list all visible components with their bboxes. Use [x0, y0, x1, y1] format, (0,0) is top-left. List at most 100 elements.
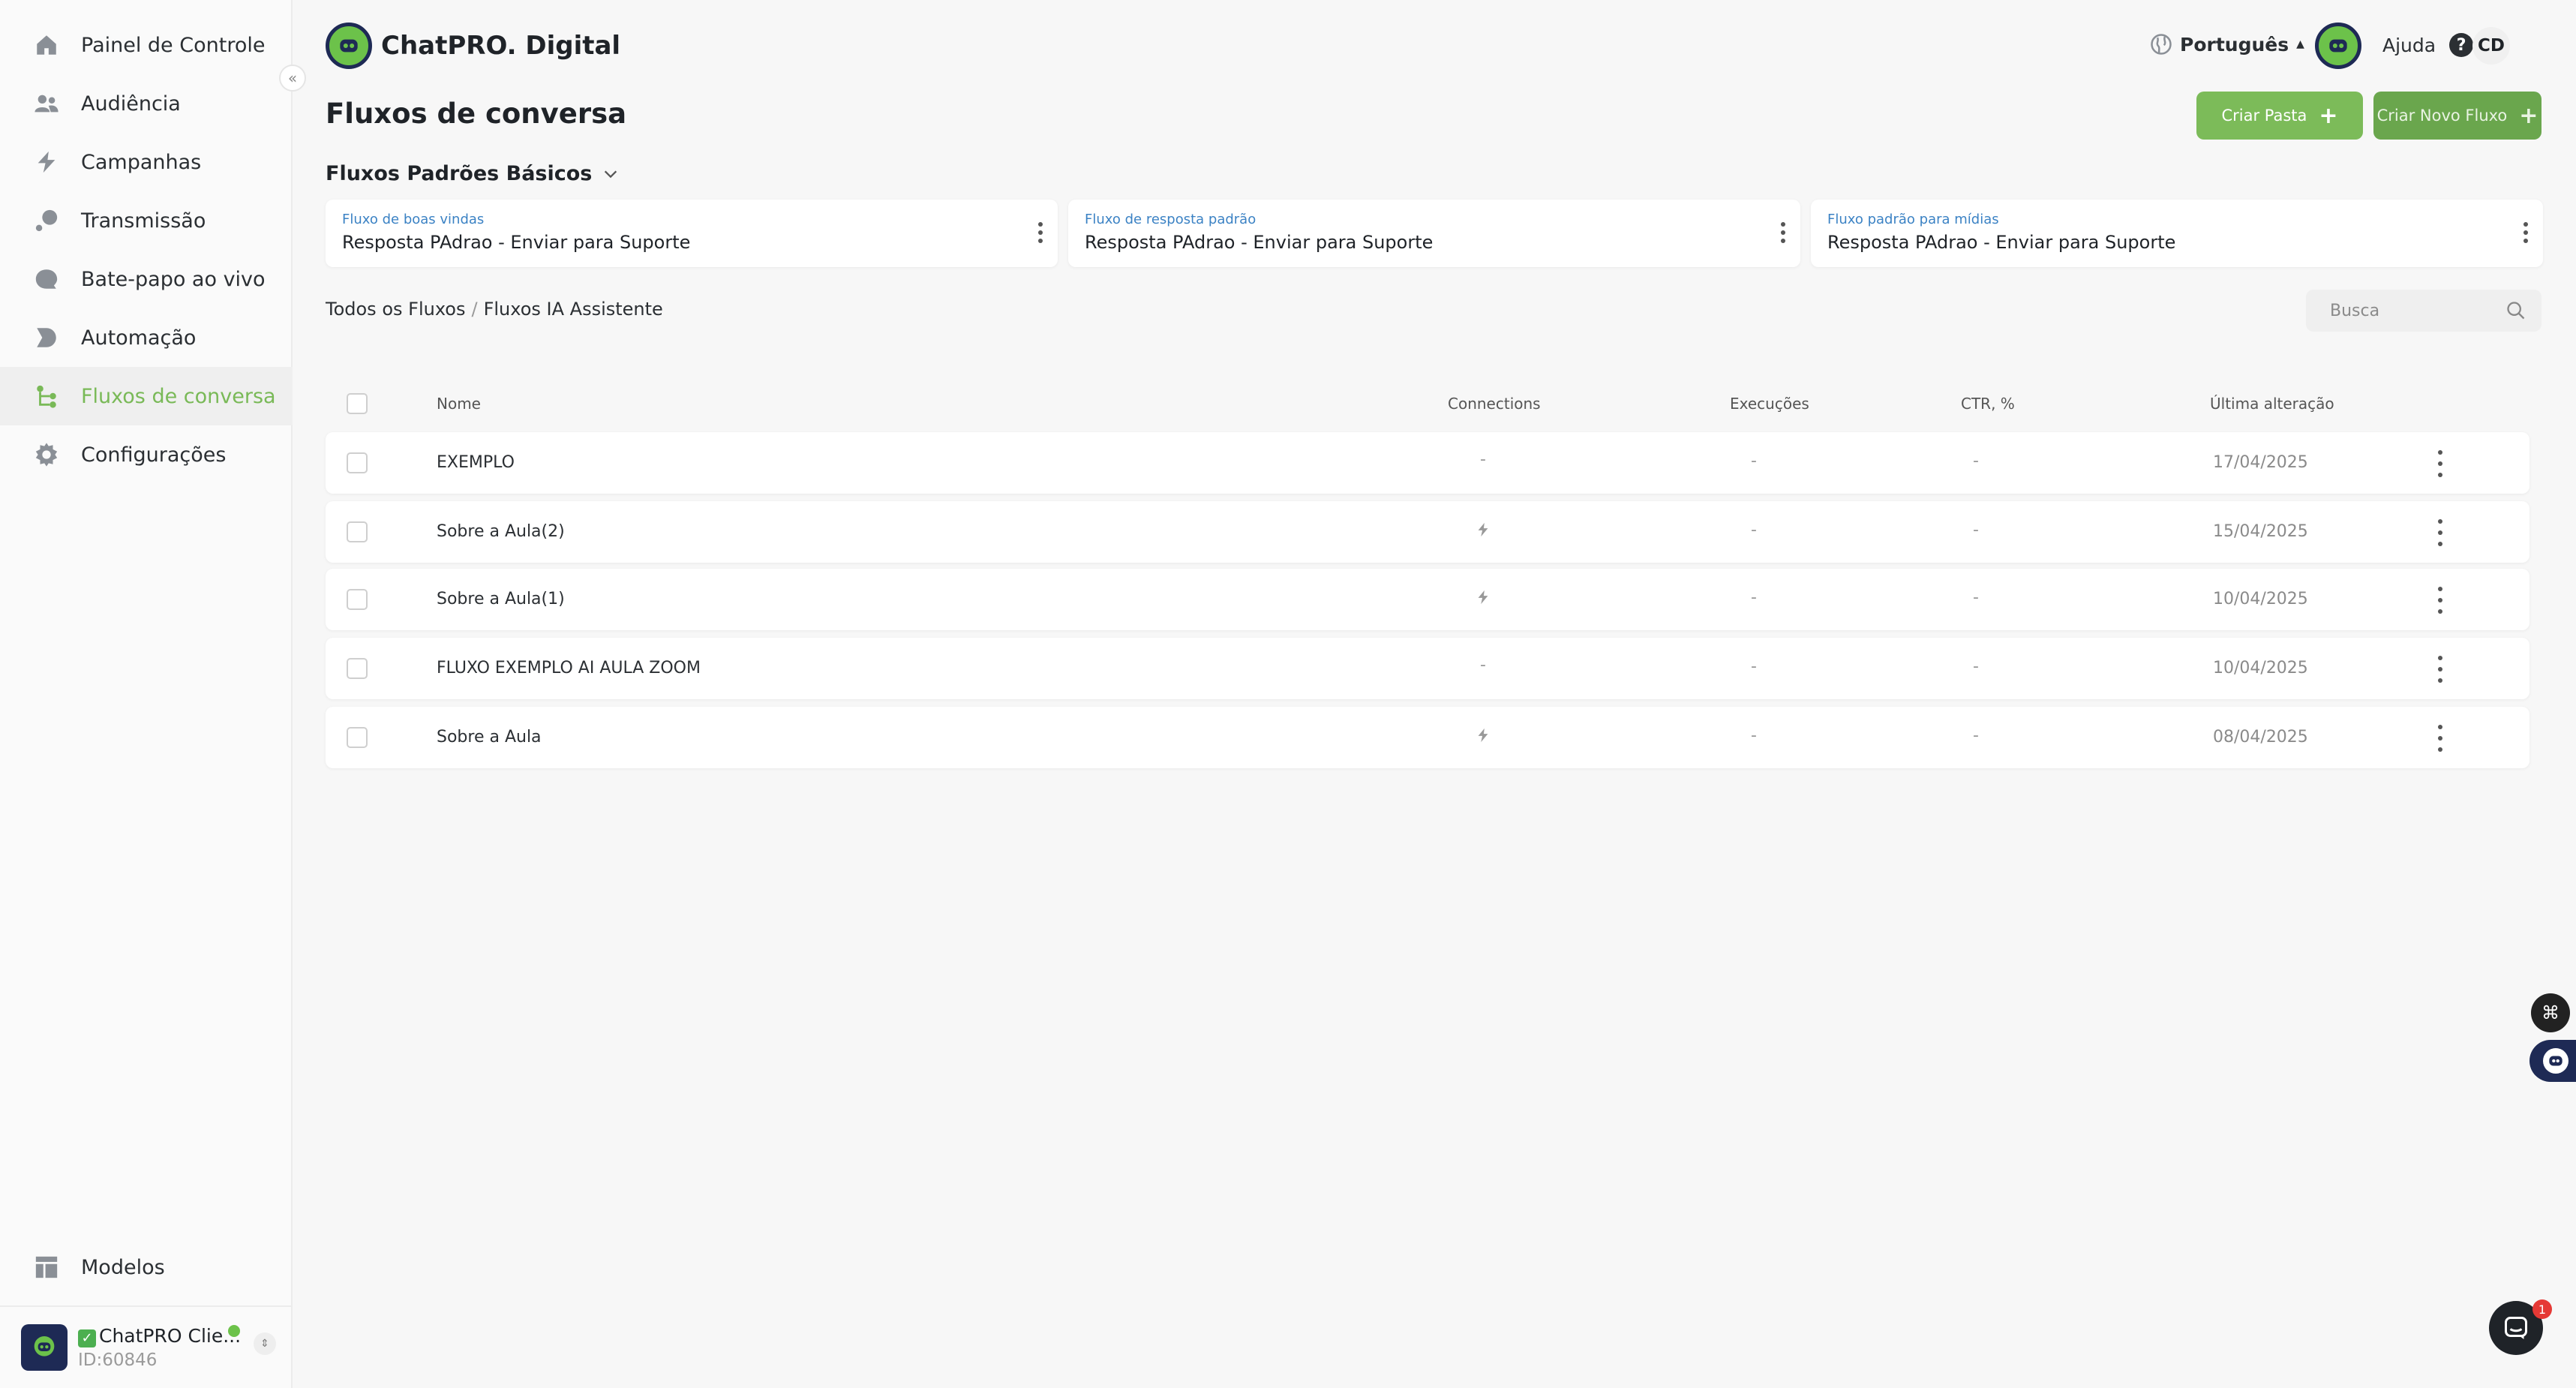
connections-cell: - [1473, 450, 1493, 476]
flow-name[interactable]: Sobre a Aula(1) [437, 590, 565, 608]
table-row[interactable]: FLUXO EXEMPLO AI AULA ZOOM - - - 10/04/2025 [326, 638, 2529, 699]
connection-lightning-icon [1478, 522, 1488, 537]
collapse-sidebar-button[interactable]: « [279, 65, 306, 92]
sidebar-item-label: Bate-papo ao vivo [81, 267, 266, 291]
app-root: Painel de Controle Audiência Campanhas T… [0, 0, 2576, 1388]
sidebar-item-automacao[interactable]: Automação [0, 308, 293, 367]
search-icon[interactable] [2505, 300, 2526, 321]
default-flow-label: Fluxo padrão para mídias [1827, 212, 1999, 227]
create-flow-button[interactable]: Criar Novo Fluxo + [2373, 92, 2541, 140]
connections-cell [1473, 725, 1493, 750]
executions-value: - [1751, 588, 1757, 607]
default-flows-toggle[interactable]: Fluxos Padrões Básicos [326, 162, 619, 185]
sidebar-item-transmissao[interactable]: Transmissão [0, 191, 293, 250]
table-row[interactable]: Sobre a Aula(2) - - 15/04/2025 [326, 501, 2529, 563]
broadcast-icon [33, 207, 60, 234]
help-icon: ? [2449, 33, 2474, 57]
executions-value: - [1751, 521, 1757, 539]
sidebar-item-label: Transmissão [81, 209, 206, 233]
chat-icon [2505, 1317, 2527, 1339]
search-input[interactable] [2330, 301, 2495, 320]
create-folder-label: Criar Pasta [2221, 107, 2307, 125]
table-row[interactable]: Sobre a Aula - - 08/04/2025 [326, 707, 2529, 768]
sidebar-item-bate-papo[interactable]: Bate-papo ao vivo [0, 250, 293, 308]
sidebar-item-painel[interactable]: Painel de Controle [0, 16, 293, 74]
sidebar-item-label: Automação [81, 326, 197, 350]
ctr-value: - [1973, 452, 1979, 470]
page-title: Fluxos de conversa [326, 98, 627, 130]
assistant-bot-button[interactable] [2529, 1040, 2576, 1082]
gear-icon [33, 441, 60, 468]
connection-lightning-icon [1478, 590, 1488, 605]
default-flow-card-reply[interactable]: Fluxo de resposta padrão Resposta PAdrao… [1068, 200, 1800, 267]
sidebar-item-label: Configurações [81, 443, 227, 467]
language-selector[interactable]: Português ▲ [2150, 33, 2304, 56]
more-vertical-icon[interactable] [2435, 656, 2445, 683]
row-checkbox[interactable] [347, 658, 368, 679]
column-header-ctr[interactable]: CTR, % [1961, 395, 2015, 413]
ctr-value: - [1973, 657, 1979, 676]
more-vertical-icon[interactable] [1038, 222, 1044, 245]
sidebar-item-configuracoes[interactable]: Configurações [0, 425, 293, 484]
row-checkbox[interactable] [347, 589, 368, 610]
sidebar-item-campanhas[interactable]: Campanhas [0, 133, 293, 191]
check-icon: ✓ [78, 1329, 96, 1347]
last-change-date: 17/04/2025 [2213, 453, 2308, 472]
default-flow-value: Resposta PAdrao - Enviar para Suporte [1085, 232, 1434, 253]
flow-name[interactable]: Sobre a Aula [437, 728, 542, 747]
apps-grid-icon[interactable]: ⌘ [2531, 993, 2570, 1032]
workspace-avatar[interactable] [2315, 23, 2361, 69]
select-all-checkbox[interactable] [347, 393, 368, 414]
connections-value: - [1480, 656, 1486, 674]
last-change-date: 10/04/2025 [2213, 590, 2308, 608]
column-header-last-change[interactable]: Última alteração [2210, 395, 2334, 413]
sidebar-item-fluxos[interactable]: Fluxos de conversa [0, 367, 293, 425]
default-flow-card-media[interactable]: Fluxo padrão para mídias Resposta PAdrao… [1811, 200, 2543, 267]
row-checkbox[interactable] [347, 521, 368, 542]
more-vertical-icon[interactable] [1781, 222, 1787, 245]
more-vertical-icon[interactable] [2435, 450, 2445, 477]
breadcrumb-root[interactable]: Todos os Fluxos [326, 299, 465, 320]
chevron-down-icon [605, 170, 617, 178]
sidebar-item-label: Painel de Controle [81, 33, 266, 57]
connections-cell: - [1473, 656, 1493, 681]
default-flow-card-welcome[interactable]: Fluxo de boas vindas Resposta PAdrao - E… [326, 200, 1058, 267]
ctr-value: - [1973, 726, 1979, 745]
sidebar-item-label: Fluxos de conversa [81, 384, 276, 408]
users-icon [33, 90, 60, 117]
brand-name: ChatPRO. Digital [381, 31, 621, 61]
account-logo [21, 1324, 68, 1371]
more-vertical-icon[interactable] [2435, 587, 2445, 614]
column-header-connections[interactable]: Connections [1448, 395, 1541, 413]
flow-name[interactable]: Sobre a Aula(2) [437, 522, 565, 541]
help-link[interactable]: Ajuda ? [2382, 33, 2474, 57]
more-vertical-icon[interactable] [2523, 222, 2529, 245]
user-avatar[interactable]: CD [2472, 27, 2510, 65]
last-change-date: 15/04/2025 [2213, 522, 2308, 541]
column-header-executions[interactable]: Execuções [1730, 395, 1809, 413]
flow-name[interactable]: EXEMPLO [437, 453, 515, 472]
search-box [2306, 290, 2541, 332]
connection-lightning-icon [1478, 728, 1488, 743]
plus-icon: + [2319, 102, 2338, 129]
table-row[interactable]: EXEMPLO - - - 17/04/2025 [326, 432, 2529, 494]
sidebar-item-modelos[interactable]: Modelos [0, 1238, 293, 1296]
sidebar-item-label: Modelos [81, 1255, 165, 1279]
account-id: ID:60846 [78, 1350, 158, 1370]
default-flow-value: Resposta PAdrao - Enviar para Suporte [342, 232, 691, 253]
create-folder-button[interactable]: Criar Pasta + [2196, 92, 2363, 140]
row-checkbox[interactable] [347, 727, 368, 748]
column-header-name[interactable]: Nome [437, 395, 481, 413]
account-switcher[interactable]: ✓ ChatPRO Clie... ID:60846 [0, 1305, 293, 1388]
sidebar-item-label: Audiência [81, 92, 181, 116]
flow-name[interactable]: FLUXO EXEMPLO AI AULA ZOOM [437, 659, 701, 677]
caret-up-icon: ▲ [2296, 38, 2304, 50]
switch-account-icon[interactable]: ⇕ [254, 1332, 276, 1355]
more-vertical-icon[interactable] [2435, 725, 2445, 752]
more-vertical-icon[interactable] [2435, 519, 2445, 546]
row-checkbox[interactable] [347, 452, 368, 473]
sidebar-item-audiencia[interactable]: Audiência [0, 74, 293, 133]
table-row[interactable]: Sobre a Aula(1) - - 10/04/2025 [326, 569, 2529, 630]
lightning-icon [33, 149, 60, 176]
online-status-dot [228, 1325, 240, 1337]
